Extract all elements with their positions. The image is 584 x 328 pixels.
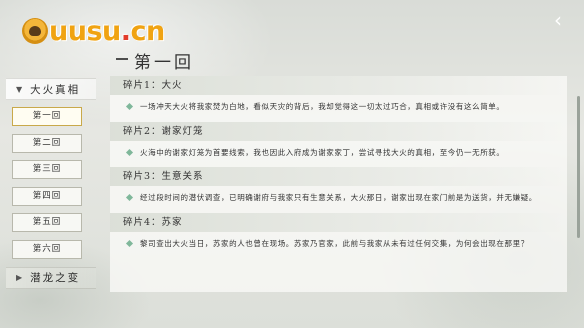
- chapter-item-6[interactable]: 第六回: [12, 239, 82, 259]
- chapter-item-1[interactable]: 第一回: [12, 107, 82, 126]
- fragment-title: 碎片4：苏家: [110, 212, 567, 232]
- logo-mascot-icon: [22, 18, 48, 44]
- fragment-text: 黎司查出大火当日，苏家的人也曾在现场。苏家乃官家，此前与我家从未有过任何交集，为…: [140, 238, 529, 248]
- chapter-list: 第一回 第二回 第三回 第四回 第五回 第六回: [6, 104, 96, 259]
- scrollbar[interactable]: [577, 96, 580, 238]
- chapter-item-5[interactable]: 第五回: [12, 213, 82, 232]
- chevron-down-icon: ▼: [16, 84, 25, 94]
- fragment-body: 一场冲天大火将我家焚为白地，看似天灾的背后，我却觉得这一切太过巧合，真相或许没有…: [110, 95, 567, 122]
- fragment-body: 经过段时间的潜伏调查，已明确谢府与我家只有生意关系，大火那日，谢家出现在家门前是…: [110, 186, 567, 213]
- chevron-right-icon: ▶: [16, 273, 25, 282]
- fragment-text: 火海中的谢家灯笼为首要线索，我也因此入府成为谢家家丁，尝试寻找大火的真相，至今仍…: [140, 147, 505, 157]
- diamond-bullet-icon: [125, 102, 134, 111]
- sidebar-category-fire-truth[interactable]: ▼ 大火真相: [6, 78, 96, 100]
- title-ornament-left: [116, 58, 128, 60]
- sidebar-category-label: 大火真相: [30, 83, 81, 96]
- fragment-card: 碎片4：苏家 黎司查出大火当日，苏家的人也曾在现场。苏家乃官家，此前与我家从未有…: [110, 212, 567, 259]
- sidebar-category-label: 潜龙之变: [30, 272, 81, 284]
- logo-text-main: uusu: [49, 15, 121, 47]
- logo-text-tld: cn: [130, 15, 166, 47]
- logo-text-dot: .: [120, 15, 131, 47]
- fragment-text: 一场冲天大火将我家焚为白地，看似天灾的背后，我却觉得这一切太过巧合，真相或许没有…: [140, 102, 505, 111]
- fragment-body: 火海中的谢家灯笼为首要线索，我也因此入府成为谢家家丁，尝试寻找大火的真相，至今仍…: [110, 141, 567, 168]
- logo-text: uusu.cn: [49, 16, 165, 47]
- chapter-item-2[interactable]: 第二回: [12, 133, 82, 153]
- fragment-title: 碎片1：大火: [110, 76, 567, 95]
- chapter-item-3[interactable]: 第三回: [12, 160, 82, 179]
- page-title: 第一回: [134, 53, 194, 73]
- fragment-body: 黎司查出大火当日，苏家的人也曾在现场。苏家乃官家，此前与我家从未有过任何交集，为…: [110, 232, 567, 259]
- fragment-card: 碎片2：谢家灯笼 火海中的谢家灯笼为首要线索，我也因此入府成为谢家家丁，尝试寻找…: [110, 121, 567, 168]
- fragment-card: 碎片3：生意关系 经过段时间的潜伏调查，已明确谢府与我家只有生意关系，大火那日，…: [110, 167, 567, 213]
- sidebar-category-hidden-dragon[interactable]: ▶ 潜龙之变: [6, 266, 96, 289]
- site-logo: uusu.cn: [22, 14, 165, 48]
- fragment-card: 碎片1：大火 一场冲天大火将我家焚为白地，看似天灾的背后，我却觉得这一切太过巧合…: [110, 76, 567, 122]
- back-arrow-icon: ‹: [554, 8, 562, 32]
- fragment-text: 经过段时间的潜伏调查，已明确谢府与我家只有生意关系，大火那日，谢家出现在家门前是…: [140, 193, 537, 202]
- fragment-panel[interactable]: 碎片1：大火 一场冲天大火将我家焚为白地，看似天灾的背后，我却觉得这一切太过巧合…: [110, 76, 567, 292]
- chapter-item-4[interactable]: 第四回: [12, 186, 82, 206]
- fragment-title: 碎片3：生意关系: [110, 167, 567, 186]
- diamond-bullet-icon: [125, 193, 134, 202]
- diamond-bullet-icon: [125, 148, 134, 156]
- diamond-bullet-icon: [125, 239, 134, 247]
- fragment-title: 碎片2：谢家灯笼: [110, 121, 567, 141]
- back-button[interactable]: ‹: [546, 10, 570, 30]
- sidebar: ▼ 大火真相 第一回 第二回 第三回 第四回 第五回 第六回 ▶ 潜龙之变: [6, 78, 96, 328]
